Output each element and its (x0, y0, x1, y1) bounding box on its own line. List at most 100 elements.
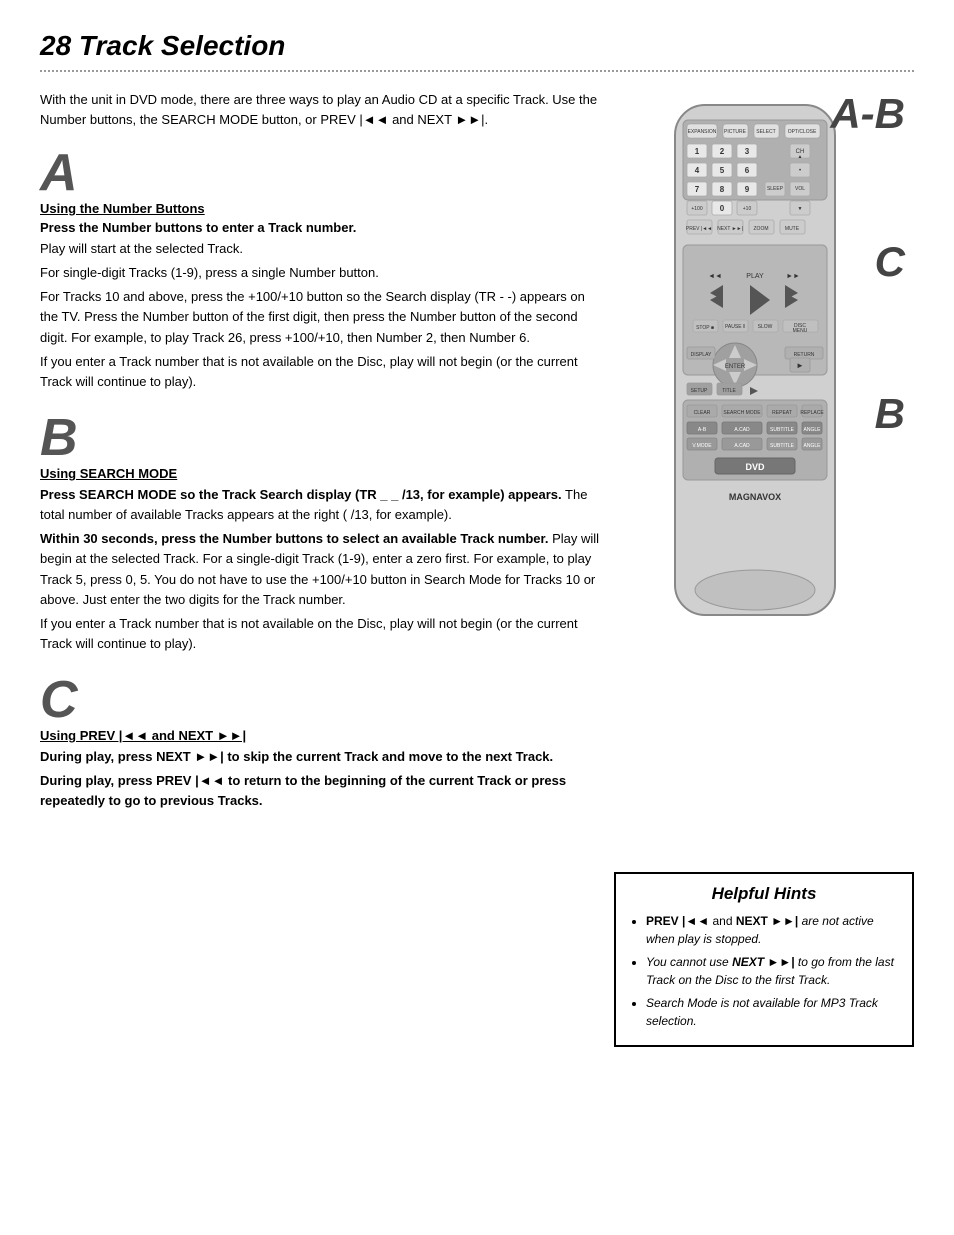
section-a-subtitle: Press the Number buttons to enter a Trac… (40, 220, 600, 235)
section-b-subtitle: Press SEARCH MODE so the Track Search di… (40, 485, 600, 525)
intro-text: With the unit in DVD mode, there are thr… (40, 90, 600, 129)
item2-bold: NEXT ►►| (732, 955, 794, 969)
section-b-subtitle-bold: Press SEARCH MODE so the Track Search di… (40, 487, 562, 502)
section-c-bold2: During play, press PREV |◄◄ to return to… (40, 773, 566, 808)
helpful-hints-item-2: You cannot use NEXT ►►| to go from the l… (646, 953, 898, 989)
svg-text:ZOOM: ZOOM (754, 226, 769, 232)
svg-text:MAGNAVOX: MAGNAVOX (729, 492, 781, 502)
item1-text: and (712, 914, 735, 928)
svg-text:8: 8 (720, 185, 725, 194)
svg-text:A.CAD: A.CAD (734, 443, 750, 449)
svg-text:SLEEP: SLEEP (767, 186, 784, 192)
svg-text:▼: ▼ (798, 206, 803, 212)
svg-text:4: 4 (695, 166, 700, 175)
item1-bold2: NEXT ►►| (736, 914, 798, 928)
svg-text:ANGLE: ANGLE (804, 427, 822, 433)
svg-text:SLOW: SLOW (758, 324, 773, 330)
svg-text:REPLACE: REPLACE (800, 410, 824, 416)
section-c: C Using PREV |◄◄ and NEXT ►►| During pla… (40, 674, 600, 811)
section-a-body: Play will start at the selected Track. F… (40, 239, 600, 392)
svg-text:1: 1 (695, 147, 700, 156)
section-a-body-4: If you enter a Track number that is not … (40, 352, 600, 392)
svg-text:REPEAT: REPEAT (772, 410, 792, 416)
section-b-body-bold1: Within 30 seconds, press the Number butt… (40, 529, 600, 610)
svg-text:CLEAR: CLEAR (694, 410, 711, 416)
svg-text:MENU: MENU (793, 328, 808, 334)
svg-text:PAUSE ‖: PAUSE ‖ (725, 324, 745, 330)
section-divider (40, 70, 914, 72)
svg-text:A.CAD: A.CAD (734, 427, 750, 433)
page-title: 28 Track Selection (40, 30, 914, 62)
section-b-title: Using SEARCH MODE (40, 466, 600, 481)
svg-text:▲: ▲ (798, 154, 803, 160)
svg-text:0: 0 (720, 204, 725, 213)
section-c-title: Using PREV |◄◄ and NEXT ►►| (40, 728, 600, 743)
svg-text:NEXT ►►|: NEXT ►►| (717, 226, 743, 232)
section-a-body-1: Play will start at the selected Track. (40, 239, 600, 259)
svg-text:PREV |◄◄: PREV |◄◄ (686, 226, 712, 232)
remote-svg: EXPANSION PICTURE SELECT OPT/CLOSE 1 2 3… (655, 100, 855, 623)
svg-text:VOL: VOL (795, 186, 805, 192)
helpful-hints-box: Helpful Hints PREV |◄◄ and NEXT ►►| are … (614, 872, 914, 1047)
svg-text:7: 7 (695, 185, 700, 194)
section-a-title: Using the Number Buttons (40, 201, 600, 216)
helpful-hints-title: Helpful Hints (630, 884, 898, 904)
section-b-letter: B (40, 412, 600, 464)
b-label: B (875, 390, 905, 438)
svg-text:SETUP: SETUP (691, 388, 708, 394)
helpful-hints-container: Helpful Hints PREV |◄◄ and NEXT ►►| are … (40, 872, 914, 1047)
svg-text:RETURN: RETURN (794, 352, 815, 358)
svg-text:ANGLE: ANGLE (804, 443, 822, 449)
svg-text:5: 5 (720, 166, 725, 175)
svg-text:EXPANSION: EXPANSION (688, 129, 717, 135)
section-b-body: Press SEARCH MODE so the Track Search di… (40, 485, 600, 654)
c-label: C (875, 238, 905, 286)
svg-text:SUBTITLE: SUBTITLE (770, 427, 795, 433)
svg-text:MUTE: MUTE (785, 226, 800, 232)
section-c-body-bold2: During play, press PREV |◄◄ to return to… (40, 771, 600, 811)
svg-text:◄◄: ◄◄ (708, 273, 722, 280)
svg-text:SUBTITLE: SUBTITLE (770, 443, 795, 449)
svg-text:PICTURE: PICTURE (724, 129, 747, 135)
helpful-hints-body: PREV |◄◄ and NEXT ►►| are not active whe… (630, 912, 898, 1030)
remote-wrapper: A-B C B EXPANSION PICTURE (620, 90, 890, 623)
section-c-body-bold1: During play, press NEXT ►►| to skip the … (40, 747, 600, 767)
item2-text: You cannot use (646, 955, 732, 969)
svg-text:►►: ►► (786, 273, 800, 280)
section-c-body: During play, press NEXT ►►| to skip the … (40, 747, 600, 811)
section-b-end: If you enter a Track number that is not … (40, 614, 600, 654)
right-column: A-B C B EXPANSION PICTURE (620, 90, 890, 832)
svg-text:3: 3 (745, 147, 750, 156)
section-b: B Using SEARCH MODE Press SEARCH MODE so… (40, 412, 600, 654)
svg-text:PLAY: PLAY (746, 273, 764, 280)
svg-text:STOP ■: STOP ■ (696, 325, 714, 331)
section-a: A Using the Number Buttons Press the Num… (40, 147, 600, 392)
svg-text:+10: +10 (743, 206, 752, 212)
svg-text:•: • (799, 168, 801, 174)
section-c-letter: C (40, 674, 600, 726)
left-column: With the unit in DVD mode, there are thr… (40, 90, 600, 832)
main-layout: With the unit in DVD mode, there are thr… (40, 90, 914, 832)
svg-text:TITLE: TITLE (722, 388, 736, 394)
helpful-hints-item-1: PREV |◄◄ and NEXT ►►| are not active whe… (646, 912, 898, 948)
svg-text:6: 6 (745, 166, 750, 175)
section-a-letter: A (40, 147, 600, 199)
svg-text:ENTER: ENTER (725, 364, 746, 370)
svg-text:9: 9 (745, 185, 750, 194)
helpful-hints-list: PREV |◄◄ and NEXT ►►| are not active whe… (630, 912, 898, 1030)
svg-text:DVD: DVD (745, 462, 765, 472)
svg-text:2: 2 (720, 147, 725, 156)
svg-text:OPT/CLOSE: OPT/CLOSE (788, 129, 817, 135)
helpful-hints-item-3: Search Mode is not available for MP3 Tra… (646, 994, 898, 1030)
section-c-bold1: During play, press NEXT ►►| to skip the … (40, 749, 553, 764)
item1-bold: PREV |◄◄ (646, 914, 709, 928)
section-a-body-3: For Tracks 10 and above, press the +100/… (40, 287, 600, 347)
item3-text: Search Mode is not available for MP3 Tra… (646, 996, 878, 1028)
ab-label: A-B (830, 90, 905, 138)
svg-text:SELECT: SELECT (756, 129, 775, 135)
section-a-body-2: For single-digit Tracks (1-9), press a s… (40, 263, 600, 283)
svg-text:DISPLAY: DISPLAY (691, 352, 712, 358)
svg-text:►: ► (796, 361, 804, 370)
svg-text:SEARCH MODE: SEARCH MODE (723, 410, 761, 416)
svg-text:A-B: A-B (698, 427, 707, 433)
